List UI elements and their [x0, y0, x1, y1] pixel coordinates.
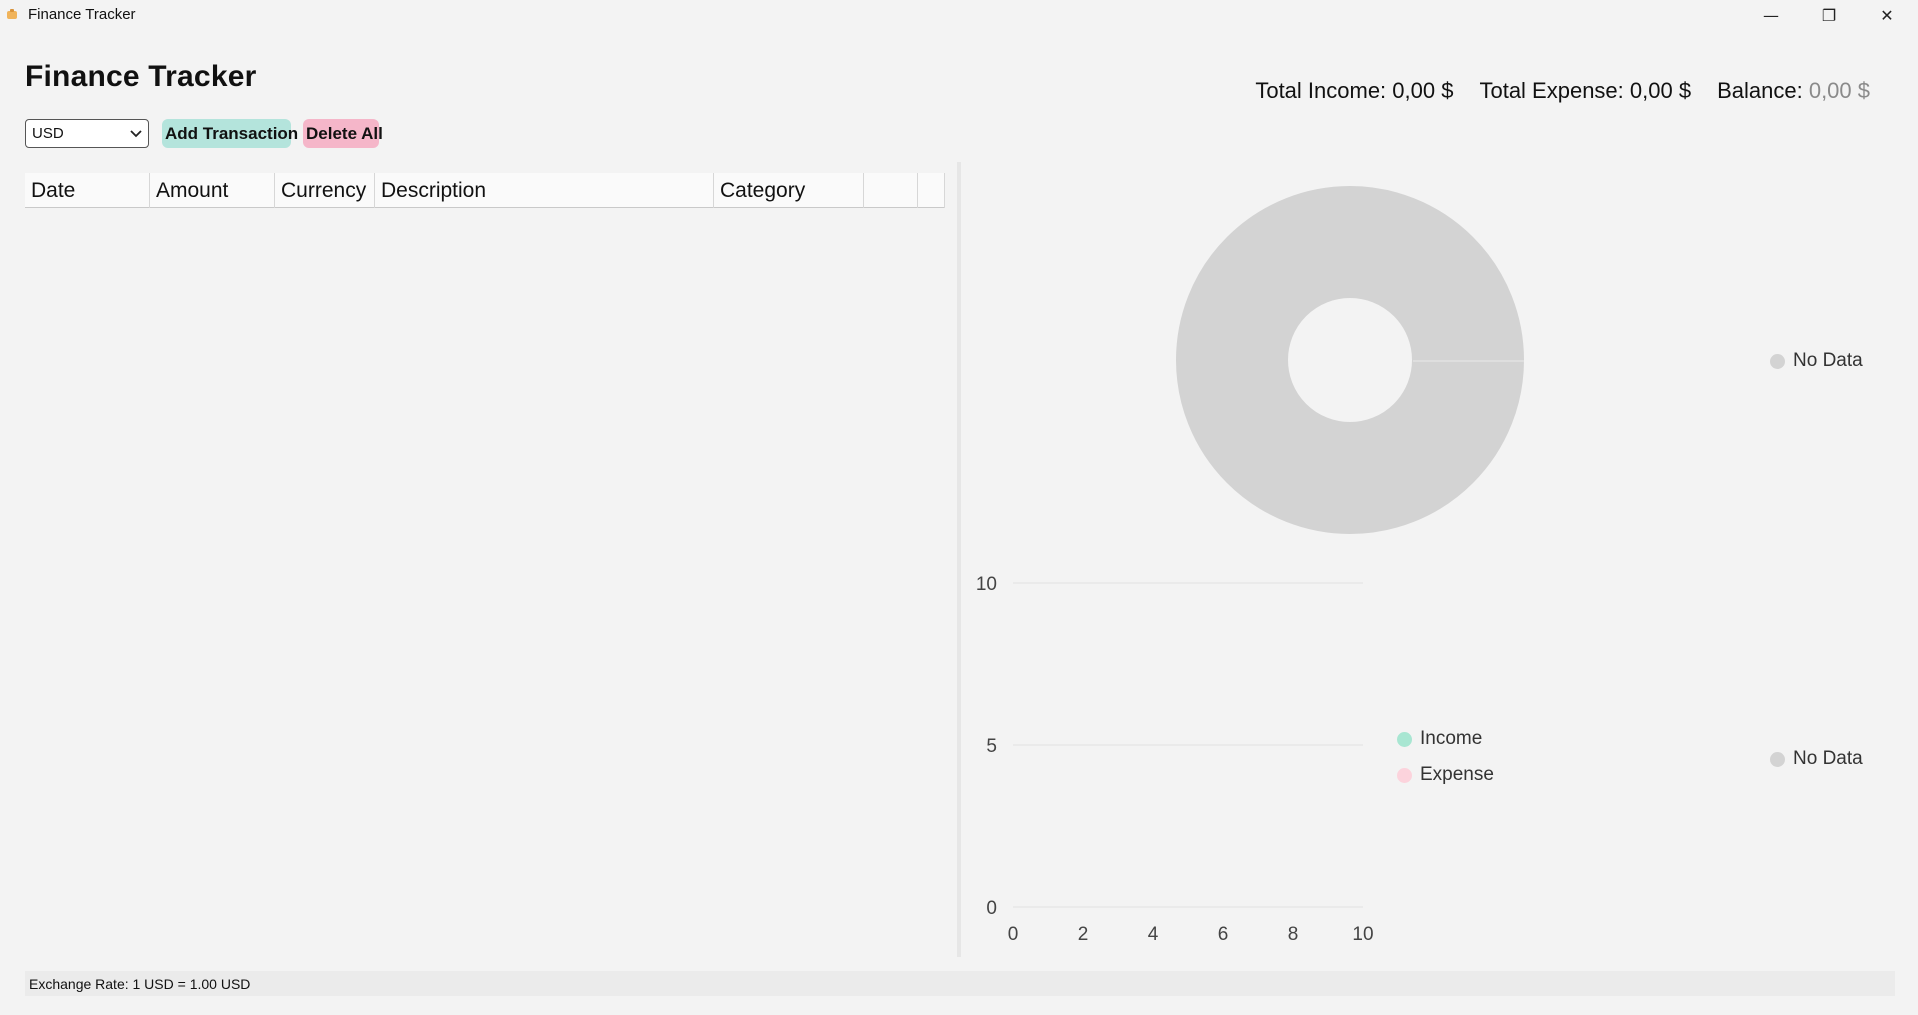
bar-chart: 10 5 0 0 2 4 6 8 10 [976, 574, 1374, 945]
donut-ring-no-data [1176, 186, 1524, 534]
x-tick-label: 4 [1148, 924, 1159, 945]
column-extra-1[interactable] [864, 173, 918, 208]
column-description[interactable]: Description [375, 173, 714, 208]
bar-chart-x-ticks: 0 2 4 6 8 10 [1008, 924, 1374, 945]
column-currency[interactable]: Currency [275, 173, 375, 208]
x-tick-label: 8 [1288, 924, 1299, 945]
title-bar: Finance Tracker — ❐ ✕ [0, 0, 1918, 30]
bar-chart-y-ticks: 10 5 0 [976, 574, 997, 919]
legend-label-income: Income [1420, 728, 1483, 749]
window-title: Finance Tracker [28, 6, 136, 23]
add-transaction-button[interactable]: Add Transaction [162, 119, 298, 148]
legend-dot-expense [1397, 767, 1412, 783]
page-title: Finance Tracker [25, 60, 257, 93]
donut-chart [1176, 186, 1524, 534]
minimize-button[interactable]: — [1742, 0, 1800, 30]
x-tick-label: 0 [1008, 924, 1019, 945]
delete-all-button[interactable]: Delete All [303, 119, 383, 148]
total-income-value: 0,00 $ [1392, 78, 1454, 103]
legend-dot-no-data [1770, 353, 1785, 369]
y-tick-label: 5 [986, 736, 997, 757]
total-income-label: Total Income: [1255, 78, 1387, 103]
legend-item-income: Income [1397, 728, 1482, 750]
app-icon [7, 9, 17, 19]
balance-value: 0,00 $ [1808, 78, 1870, 103]
summary-bar: Total Income: 0,00 $ Total Expense: 0,00… [1255, 78, 1870, 104]
x-tick-label: 2 [1078, 924, 1089, 945]
total-expense: Total Expense: 0,00 $ [1479, 78, 1691, 104]
maximize-button[interactable]: ❐ [1800, 0, 1858, 30]
total-expense-label: Total Expense: [1479, 78, 1624, 103]
legend-dot-income [1397, 731, 1412, 747]
column-category[interactable]: Category [714, 173, 864, 208]
transactions-table-body [25, 208, 945, 956]
table-header: Date Amount Currency Description Categor… [25, 173, 945, 208]
exchange-rate-status: Exchange Rate: 1 USD = 1.00 USD [25, 971, 1895, 996]
x-tick-label: 6 [1218, 924, 1229, 945]
currency-select[interactable]: USD [25, 119, 149, 148]
legend-label-no-data-bar: No Data [1793, 748, 1863, 769]
bar-chart-grid [1013, 582, 1363, 908]
y-tick-label: 0 [986, 898, 997, 919]
x-tick-label: 10 [1352, 924, 1373, 945]
close-button[interactable]: ✕ [1858, 0, 1916, 30]
column-amount[interactable]: Amount [150, 173, 275, 208]
chevron-down-icon [130, 129, 142, 137]
donut-legend: No Data [1770, 350, 1863, 372]
balance: Balance: 0,00 $ [1717, 78, 1870, 104]
legend-item-no-data: No Data [1770, 748, 1863, 770]
column-date[interactable]: Date [25, 173, 150, 208]
total-income: Total Income: 0,00 $ [1255, 78, 1453, 104]
total-expense-value: 0,00 $ [1629, 78, 1692, 103]
currency-select-value: USD [32, 125, 64, 142]
y-tick-label: 10 [976, 574, 997, 595]
balance-label: Balance: [1717, 78, 1803, 103]
legend-label-expense: Expense [1420, 764, 1494, 785]
legend-dot-no-data-bar [1770, 751, 1785, 767]
legend-item-expense: Expense [1397, 764, 1494, 786]
legend-label-no-data: No Data [1793, 350, 1863, 371]
column-extra-2[interactable] [918, 173, 945, 208]
